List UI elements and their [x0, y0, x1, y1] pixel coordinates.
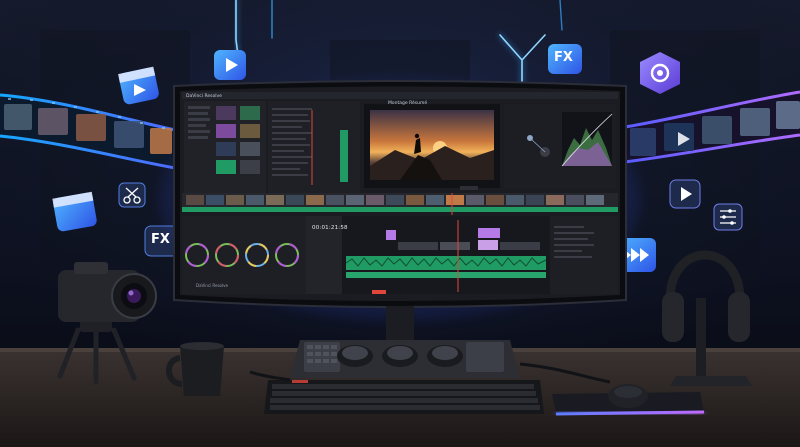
keyboard: [264, 380, 544, 414]
play-icon: [214, 50, 246, 80]
editing-desk-scene: DaVinci Resolve Montage Résumé 00:01:21:…: [0, 0, 800, 447]
scissors-icon: [118, 182, 146, 208]
play-icon-right: [669, 179, 701, 209]
fx-badge-top: [548, 44, 582, 74]
scene-illustration: [0, 0, 800, 447]
control-panel: [290, 340, 520, 378]
editor-screen: [180, 86, 620, 301]
sliders-icon: [713, 203, 743, 231]
clapper-icon-left: [52, 191, 97, 232]
